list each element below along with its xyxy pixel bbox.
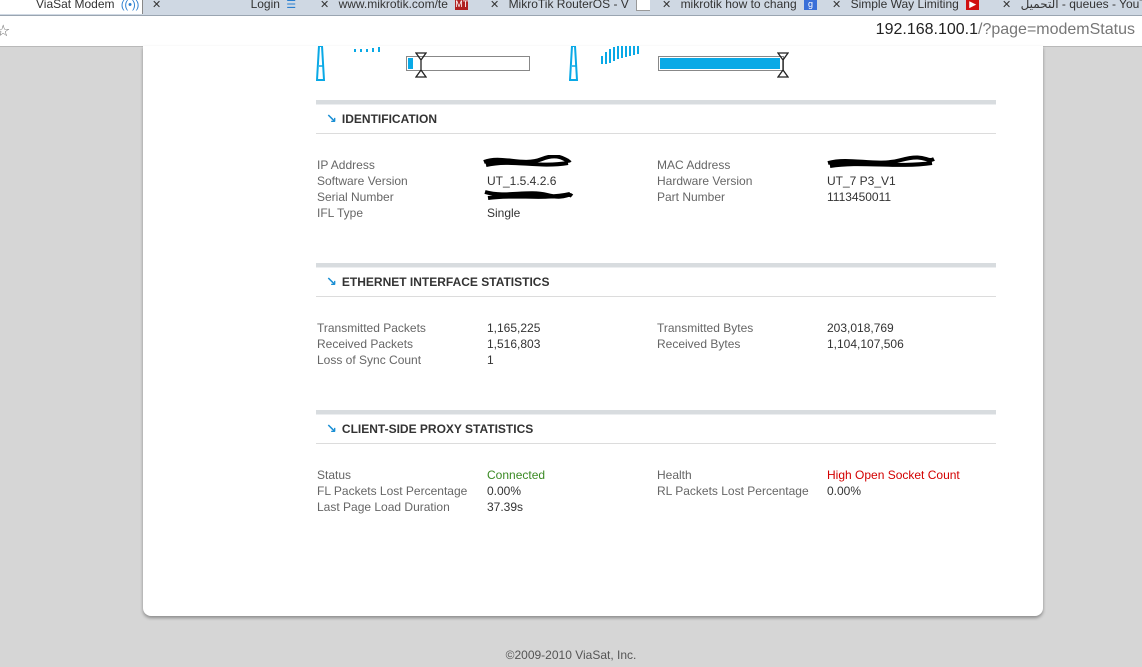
page-icon [636,0,650,12]
tab-label: التحميل - queues - YouT [1020,0,1142,11]
transmitted-packets-value: 1,165,225 [487,321,541,335]
transmit-threshold-marker-icon [777,52,789,78]
last-page-load-label: Last Page Load Duration [317,500,450,514]
software-version-value: UT_1.5.4.2.6 [487,174,557,188]
received-bytes-label: Received Bytes [657,337,741,351]
health-label: Health [657,468,692,482]
ifl-type-label: IFL Type [317,206,364,220]
tab-simple-way-limiting[interactable]: ✕ Simple Way Limiting ▶ [832,0,992,14]
redacted-mac-value [827,155,935,168]
serial-number-label: Serial Number [317,190,394,204]
status-label: Status [317,468,352,482]
software-version-label: Software Version [317,174,408,188]
part-number-value: 1113450011 [827,190,892,204]
transmitted-bytes-label: Transmitted Bytes [657,321,754,335]
rl-packets-lost-label: RL Packets Lost Percentage [657,484,809,498]
proxy-statistics-section: ↘ CLIENT-SIDE PROXY STATISTICS Status Con… [316,410,996,517]
arrow-down-right-icon: ↘ [326,421,337,436]
identification-section: ↘ IDENTIFICATION IP Address Software Vers… [316,100,996,221]
ip-address-label: IP Address [317,158,375,172]
transmitted-packets-label: Transmitted Packets [317,321,426,335]
section-title: IDENTIFICATION [341,112,438,126]
part-number-label: Part Number [657,190,726,204]
loss-of-sync-label: Loss of Sync Count [317,353,422,367]
youtube-favicon-icon: ▶ [966,0,980,11]
tab-mikrotik-routeros[interactable]: ✕ MikroTik RouterOS - V [490,0,650,14]
close-icon[interactable]: ✕ [320,0,329,11]
arrow-down-right-icon: ↘ [326,274,337,289]
tab-mikrotik-how-to[interactable]: ✕ mikrotik how to chang g [662,0,822,14]
tab-label: mikrotik how to chang [680,0,797,11]
loss-of-sync-value: 1 [487,353,494,367]
close-icon[interactable]: ✕ [1002,0,1011,11]
google-favicon-icon: g [803,0,817,11]
receive-threshold-marker-icon [415,52,427,78]
receive-tower-icon [316,46,380,81]
ifl-type-value: Single [487,206,521,220]
hardware-version-label: Hardware Version [657,174,753,188]
tab-mikrotik-site[interactable]: ✕ www.mikrotik.com/te MT [320,0,480,14]
receive-signal-fill [408,58,413,69]
copyright-footer: ©2009-2010 ViaSat, Inc. [505,648,637,662]
section-header: ↘ IDENTIFICATION [316,105,996,134]
received-bytes-value: 1,104,107,506 [827,337,904,351]
url-host: 192.168.100.1 [875,21,978,38]
close-icon[interactable]: ✕ [152,0,161,11]
status-value: Connected [487,468,546,482]
arrow-down-right-icon: ↘ [326,111,337,126]
address-bar[interactable]: ☆ 192.168.100.1/?page=modemStatus [0,16,1142,47]
tab-label: ViaSat Modem [36,0,115,11]
section-title: ETHERNET INTERFACE STATISTICS [341,275,550,289]
close-icon[interactable]: ✕ [832,0,841,11]
mikrotik-favicon-icon: MT [455,0,469,11]
ethernet-fields: Transmitted Packets 1,165,225 Received P… [316,314,996,370]
redacted-serial-value [484,190,574,200]
tab-youtube-queues[interactable]: ✕ التحميل - queues - YouT [1002,0,1142,14]
tab-label: MikroTik RouterOS - V [508,0,629,11]
tab-label: Login [250,0,280,11]
section-header: ↘ CLIENT-SIDE PROXY STATISTICS [316,415,996,444]
tab-login[interactable]: ✕ Login ☰ [152,0,310,14]
hardware-version-value: UT_7 P3_V1 [827,174,896,188]
url-text[interactable]: 192.168.100.1/?page=modemStatus [876,21,1135,39]
section-title: CLIENT-SIDE PROXY STATISTICS [341,422,534,436]
close-icon[interactable]: ✕ [662,0,671,11]
identification-fields: IP Address Software Version UT_1.5.4.2.6… [316,151,996,221]
bookmark-star-icon[interactable]: ☆ [0,21,10,41]
last-page-load-value: 37.39s [487,500,524,514]
fl-packets-lost-label: FL Packets Lost Percentage [317,484,468,498]
browser-tab-strip: ViaSat Modem ((•)) ✕ Login ☰ ✕ www.mikro… [0,0,1142,16]
url-path: /?page=modemStatus [978,21,1135,38]
mac-address-label: MAC Address [657,158,731,172]
tab-label: www.mikrotik.com/te [338,0,448,11]
received-packets-value: 1,516,803 [487,337,541,351]
transmit-signal-meter [658,56,784,71]
received-packets-label: Received Packets [317,337,414,351]
health-value: High Open Socket Count [827,468,960,482]
tab-viasat-modem[interactable]: ViaSat Modem ((•)) [0,0,143,14]
redacted-ip-value [483,155,572,167]
rl-packets-lost-value: 0.00% [827,484,862,498]
transmitted-bytes-value: 203,018,769 [827,321,894,335]
transmit-tower-icon [569,46,639,81]
tab-label: Simple Way Limiting [850,0,959,11]
close-icon[interactable]: ✕ [490,0,499,11]
wifi-icon: ((•)) [120,0,140,11]
ethernet-statistics-section: ↘ ETHERNET INTERFACE STATISTICS Transmitt… [316,263,996,370]
rss-icon: ☰ [286,0,297,11]
fl-packets-lost-value: 0.00% [487,484,522,498]
proxy-fields: Status Connected FL Packets Lost Percent… [316,461,996,517]
section-header: ↘ ETHERNET INTERFACE STATISTICS [316,268,996,297]
transmit-signal-fill [660,58,780,69]
